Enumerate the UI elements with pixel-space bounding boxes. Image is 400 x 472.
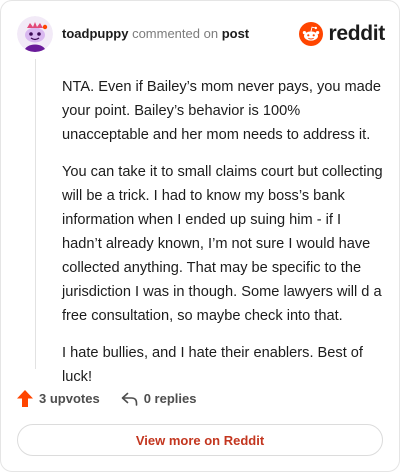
view-more-on-reddit-button[interactable]: View more on Reddit	[17, 424, 383, 456]
reddit-brand[interactable]: reddit	[299, 22, 385, 46]
reply-count: 0 replies	[143, 391, 197, 406]
comment-paragraph: I hate bullies, and I hate their enabler…	[62, 345, 363, 385]
upvote-count: 3 upvotes	[39, 391, 100, 406]
comment-paragraph: NTA. Even if Bailey’s mom never pays, yo…	[62, 79, 382, 143]
upvote-arrow-icon	[17, 390, 33, 407]
upvote-button[interactable]: 3 upvotes	[17, 390, 100, 407]
comment-meta: toadpuppy commented on post	[62, 26, 249, 42]
reddit-logo-icon	[299, 22, 324, 46]
comment-header: toadpuppy commented on post reddit	[17, 16, 385, 52]
comment-actions: 3 upvotes 0 replies	[17, 390, 196, 407]
comment-embed-card: toadpuppy commented on post reddit NTA. …	[0, 0, 400, 472]
avatar[interactable]	[17, 16, 53, 52]
reddit-wordmark: reddit	[328, 22, 385, 45]
thread-line	[35, 59, 36, 369]
reply-arrow-icon	[121, 392, 137, 406]
commented-on-text: commented on	[132, 26, 219, 41]
replies-button[interactable]: 0 replies	[121, 391, 197, 406]
comment-paragraph: You can take it to small claims court bu…	[62, 164, 383, 324]
comment-body: NTA. Even if Bailey’s mom never pays, yo…	[62, 75, 384, 402]
snoo-avatar-icon	[17, 16, 53, 52]
post-link[interactable]: post	[222, 26, 249, 41]
username-link[interactable]: toadpuppy	[62, 26, 128, 41]
